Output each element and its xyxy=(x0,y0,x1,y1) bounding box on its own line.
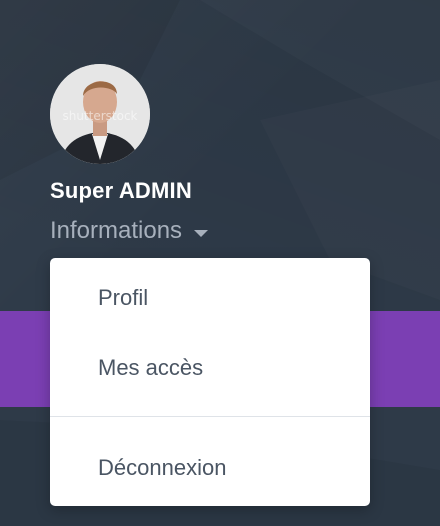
menu-item-profil[interactable]: Profil xyxy=(50,268,370,328)
avatar-watermark: shutterstock xyxy=(62,109,137,123)
caret-down-icon xyxy=(194,229,209,237)
informations-dropdown-toggle[interactable]: Informations xyxy=(50,217,209,245)
user-photo-icon: shutterstock xyxy=(50,64,150,164)
avatar[interactable]: shutterstock xyxy=(50,64,150,164)
profile-avatar-wrapper: shutterstock xyxy=(50,64,150,164)
user-name: Super ADMIN xyxy=(50,178,192,203)
informations-label: Informations xyxy=(50,217,183,244)
menu-item-mes-acces[interactable]: Mes accès xyxy=(50,338,370,398)
menu-divider xyxy=(50,416,370,417)
menu-item-deconnexion[interactable]: Déconnexion xyxy=(50,438,370,498)
informations-dropdown-menu: Profil Mes accès Déconnexion xyxy=(50,258,370,506)
